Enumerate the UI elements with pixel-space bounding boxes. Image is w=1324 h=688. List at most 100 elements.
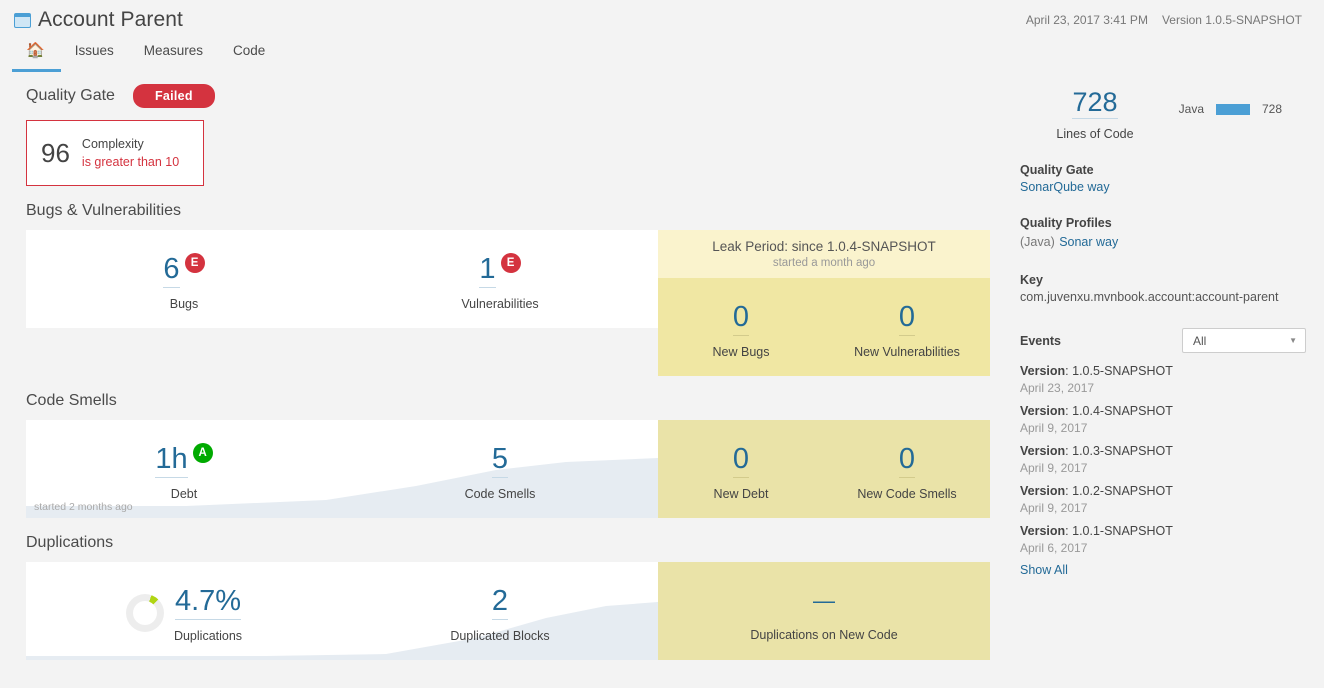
metric-code-smells[interactable]: 5 Code Smells <box>342 420 658 518</box>
status-badge: Failed <box>132 84 215 108</box>
quality-gate-header: Quality Gate Failed <box>26 84 990 108</box>
events-heading: Events <box>1020 333 1061 348</box>
sonarqube-project-dashboard: Account Parent April 23, 2017 3:41 PM Ve… <box>0 0 1324 688</box>
header-meta: April 23, 2017 3:41 PM Version 1.0.5-SNA… <box>1026 13 1302 27</box>
metric-new-vulnerabilities-label: New Vulnerabilities <box>854 344 960 359</box>
event-date: April 9, 2017 <box>1020 461 1088 475</box>
event-prefix: Version <box>1020 364 1066 378</box>
event-version: 1.0.2-SNAPSHOT <box>1072 484 1173 498</box>
language-bar <box>1216 103 1250 115</box>
metric-bugs-value: 6 <box>163 252 180 288</box>
events-header: Events All ▼ <box>1020 328 1306 353</box>
sidebar-key: Key com.juvenxu.mvnbook.account:account-… <box>1020 273 1306 304</box>
metric-code-smells-value: 5 <box>491 442 509 478</box>
quality-profile-link[interactable]: Sonar way <box>1059 235 1118 249</box>
event-version: 1.0.3-SNAPSHOT <box>1072 444 1173 458</box>
main-content: Quality Gate Failed 96 Complexity is gre… <box>0 66 998 688</box>
quality-gate-label: Quality Gate <box>26 87 115 104</box>
event-date: April 6, 2017 <box>1020 541 1088 555</box>
list-item[interactable]: Version: 1.0.3-SNAPSHOT April 9, 2017 <box>1020 443 1306 476</box>
metric-duplications-value: 4.7% <box>174 584 242 620</box>
metric-duplicated-blocks-label: Duplicated Blocks <box>450 628 550 643</box>
sidebar-key-heading: Key <box>1020 273 1043 287</box>
event-version: 1.0.4-SNAPSHOT <box>1072 404 1173 418</box>
event-prefix: Version <box>1020 404 1066 418</box>
metric-new-bugs-label: New Bugs <box>712 344 770 359</box>
metric-new-bugs[interactable]: 0 New Bugs <box>658 278 824 376</box>
metric-vulnerabilities-value: 1 <box>479 252 496 288</box>
rating-badge-debt: A <box>192 442 213 463</box>
event-version: 1.0.1-SNAPSHOT <box>1072 524 1173 538</box>
event-prefix: Version <box>1020 524 1066 538</box>
code-smells-card: started 2 months ago 1h A Debt 5 Code Sm <box>26 420 658 518</box>
event-date: April 9, 2017 <box>1020 501 1088 515</box>
bugs-measure-row: 6 E Bugs 1 E Vulnerabilities Leak Period… <box>26 230 990 376</box>
metric-new-bugs-value: 0 <box>732 300 750 336</box>
events-filter-select[interactable]: All ▼ <box>1182 328 1306 353</box>
language-value: 728 <box>1262 102 1283 116</box>
home-icon: 🏠 <box>26 42 45 59</box>
page-title: Account Parent <box>38 8 183 31</box>
lines-of-code-label: Lines of Code <box>1056 127 1134 141</box>
metric-duplications-label: Duplications <box>173 628 243 643</box>
metric-new-debt[interactable]: 0 New Debt <box>658 420 824 518</box>
metric-duplications[interactable]: 4.7% Duplications <box>26 562 342 660</box>
metric-duplications-new-code[interactable]: — Duplications on New Code <box>658 562 990 660</box>
lines-of-code-value: 728 <box>1072 87 1118 119</box>
code-smells-measure-row: started 2 months ago 1h A Debt 5 Code Sm <box>26 420 990 518</box>
section-title-code-smells: Code Smells <box>26 392 117 409</box>
section-title-bugs: Bugs & Vulnerabilities <box>26 202 182 219</box>
metric-new-code-smells-value: 0 <box>898 442 916 478</box>
metric-duplicated-blocks[interactable]: 2 Duplicated Blocks <box>342 562 658 660</box>
sidebar-quality-profiles: Quality Profiles (Java) Sonar way <box>1020 216 1306 251</box>
condition-detail: is greater than 10 <box>81 155 180 169</box>
leak-bugs-card: 0 New Bugs 0 New Vulnerabilities <box>658 278 990 376</box>
event-prefix: Version <box>1020 484 1066 498</box>
metric-bugs-label: Bugs <box>169 296 199 311</box>
sidebar-quality-gate-heading: Quality Gate <box>1020 163 1094 177</box>
list-item[interactable]: Version: 1.0.2-SNAPSHOT April 9, 2017 <box>1020 483 1306 516</box>
list-item[interactable]: Version: 1.0.1-SNAPSHOT April 6, 2017 <box>1020 523 1306 556</box>
metric-new-code-smells[interactable]: 0 New Code Smells <box>824 420 990 518</box>
metric-new-code-smells-label: New Code Smells <box>857 486 957 501</box>
sidebar-quality-profiles-heading: Quality Profiles <box>1020 216 1112 230</box>
list-item[interactable]: Version: 1.0.4-SNAPSHOT April 9, 2017 <box>1020 403 1306 436</box>
project-version: Version 1.0.5-SNAPSHOT <box>1161 13 1302 27</box>
events-list: Version: 1.0.5-SNAPSHOT April 23, 2017 V… <box>1020 363 1306 577</box>
quality-gate-condition-card[interactable]: 96 Complexity is greater than 10 <box>26 120 204 186</box>
code-smells-trend-note: started 2 months ago <box>34 501 133 513</box>
rating-badge-bugs: E <box>184 252 205 273</box>
list-item[interactable]: Version: 1.0.5-SNAPSHOT April 23, 2017 <box>1020 363 1306 396</box>
leak-column-bugs: Leak Period: since 1.0.4-SNAPSHOT starte… <box>658 230 990 376</box>
metric-code-smells-label: Code Smells <box>464 486 536 501</box>
leak-period-header: Leak Period: since 1.0.4-SNAPSHOT starte… <box>658 230 990 278</box>
condition-value: 96 <box>41 137 70 168</box>
metric-duplications-new-code-label: Duplications on New Code <box>750 628 898 642</box>
language-name: Java <box>1178 102 1204 116</box>
event-date: April 23, 2017 <box>1020 381 1095 395</box>
quality-profile-language: (Java) <box>1020 235 1055 249</box>
project-folder-icon <box>14 12 31 28</box>
event-prefix: Version <box>1020 444 1066 458</box>
show-all-events-link[interactable]: Show All <box>1020 563 1306 577</box>
metric-debt-value: 1h <box>155 442 188 478</box>
metric-new-vulnerabilities[interactable]: 0 New Vulnerabilities <box>824 278 990 376</box>
metric-new-debt-value: 0 <box>732 442 750 478</box>
metric-vulnerabilities[interactable]: 1 E Vulnerabilities <box>342 230 658 328</box>
metric-vulnerabilities-label: Vulnerabilities <box>461 296 539 311</box>
duplications-donut-icon <box>125 594 164 632</box>
page-header: Account Parent April 23, 2017 3:41 PM Ve… <box>0 0 1324 72</box>
lines-of-code-metric[interactable]: 728 Lines of Code <box>1020 80 1170 141</box>
lines-of-code-block: 728 Lines of Code Java 728 <box>1020 80 1306 141</box>
project-title-row: Account Parent <box>14 8 183 32</box>
metric-duplications-new-code-value: — <box>813 588 835 613</box>
events-filter-value: All <box>1193 333 1207 348</box>
condition-text: Complexity is greater than 10 <box>82 135 179 171</box>
leak-period-subtitle: started a month ago <box>772 257 876 269</box>
metric-debt-label: Debt <box>170 486 198 501</box>
metric-new-vulnerabilities-value: 0 <box>898 300 916 336</box>
sidebar-quality-gate: Quality Gate SonarQube way <box>1020 163 1306 194</box>
rating-badge-vulnerabilities: E <box>500 252 521 273</box>
metric-bugs[interactable]: 6 E Bugs <box>26 230 342 328</box>
sidebar-quality-gate-link[interactable]: SonarQube way <box>1020 180 1306 194</box>
